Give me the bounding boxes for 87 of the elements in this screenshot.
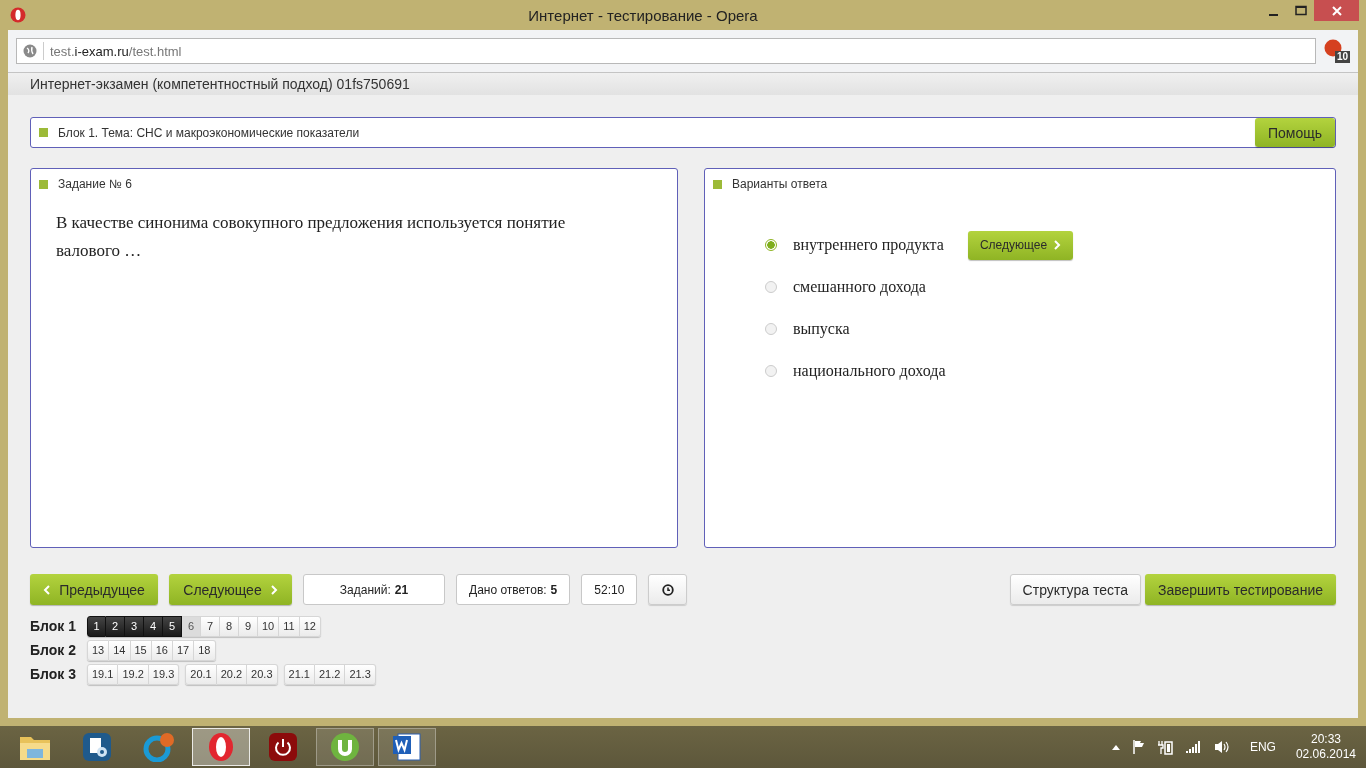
question-number-button[interactable]: 19.3 [148, 663, 180, 685]
ad-blocker-count: 10 [1334, 51, 1350, 63]
flag-icon[interactable] [1131, 740, 1146, 754]
finish-test-button[interactable]: Завершить тестирование [1145, 574, 1336, 605]
address-bar[interactable]: test.i-exam.ru/test.html [16, 38, 1316, 64]
radio-button[interactable] [765, 323, 777, 335]
question-number-button[interactable]: 20.3 [247, 663, 278, 685]
clock-icon [661, 583, 674, 596]
chevron-left-icon [43, 584, 52, 595]
square-icon [713, 179, 722, 189]
panel-title: Задание № 6 [58, 177, 132, 191]
square-icon [39, 128, 48, 137]
globe-icon [23, 44, 37, 58]
question-number-button[interactable]: 20.1 [185, 663, 217, 685]
question-number-button[interactable]: 21.2 [314, 663, 346, 685]
taskbar-app-button[interactable] [378, 728, 436, 766]
question-text: В качестве синонима совокупного предложения используется понятие валового … [56, 212, 567, 262]
browser-logo-icon [10, 7, 26, 23]
question-number-button[interactable]: 19.2 [118, 663, 149, 685]
answer-option[interactable]: выпуска [793, 320, 850, 338]
topic-title: Блок 1. Тема: СНС и макроэкономические показатели [58, 125, 361, 140]
taskbar-app-button[interactable] [316, 728, 374, 766]
clock-time[interactable]: 20:33 [1310, 732, 1341, 747]
browser-logo-icon [208, 732, 234, 762]
close-icon [1330, 4, 1343, 17]
ring-with-chat-bubble-icon [143, 732, 175, 762]
panel-title: Варианты ответа [732, 177, 828, 191]
test-structure-button[interactable]: Структура теста [1009, 574, 1141, 605]
power-icon [268, 732, 298, 762]
window-title: Интернет - тестирование - Opera [527, 6, 759, 24]
next-button[interactable]: Следующее [169, 574, 292, 605]
question-number-button[interactable]: 7 [201, 615, 220, 637]
question-number-button[interactable]: 21.3 [345, 663, 376, 685]
chevron-right-icon [1053, 240, 1062, 250]
taskbar-app-button[interactable] [192, 728, 250, 766]
question-number-button[interactable]: 13 [87, 639, 110, 661]
timer-display: 52:10 [581, 574, 638, 605]
radio-button[interactable] [765, 365, 777, 377]
square-icon [39, 179, 48, 189]
radio-button[interactable] [765, 239, 777, 251]
question-number-button[interactable]: 3 [125, 615, 144, 637]
document-gear-icon [82, 732, 112, 762]
next-button[interactable]: Следующее [967, 230, 1074, 260]
question-number-button[interactable]: 5 [163, 615, 182, 637]
block-label: Блок 1 [30, 618, 77, 634]
question-number-button[interactable]: 6 [182, 615, 201, 637]
block-label: Блок 3 [30, 666, 77, 682]
show-hidden-icons-icon[interactable] [1111, 744, 1120, 750]
question-number-button[interactable]: 4 [144, 615, 163, 637]
question-number-button[interactable]: 17 [173, 639, 195, 661]
minimize-icon [1269, 13, 1278, 16]
counter-field: Дано ответов: 5 [456, 574, 571, 605]
question-number-button[interactable]: 8 [220, 615, 239, 637]
block-label: Блок 2 [30, 642, 77, 658]
maximize-icon [1294, 4, 1307, 17]
question-number-button[interactable]: 10 [258, 615, 280, 637]
question-number-button[interactable]: 11 [279, 615, 300, 637]
answer-option[interactable]: национального дохода [793, 362, 946, 380]
answer-option[interactable]: смешанного дохода [793, 278, 926, 296]
question-number-button[interactable]: 16 [151, 639, 173, 661]
close-button[interactable] [1314, 0, 1359, 21]
question-number-button[interactable]: 9 [239, 615, 258, 637]
signal-bars-icon[interactable] [1185, 741, 1202, 753]
speaker-icon[interactable] [1213, 740, 1230, 754]
word-document-icon [392, 732, 422, 762]
previous-button[interactable]: Предыдущее [30, 574, 158, 605]
answer-option[interactable]: внутреннего продукта [793, 236, 944, 254]
question-number-button[interactable]: 15 [130, 639, 152, 661]
help-button[interactable]: Помощь [1254, 118, 1335, 147]
url-text: test.i-exam.ru/test.html [50, 43, 182, 59]
question-number-button[interactable]: 1 [87, 615, 106, 637]
question-number-button[interactable]: 12 [299, 615, 321, 637]
question-number-button[interactable]: 20.2 [216, 663, 248, 685]
torrent-logo-icon [330, 732, 360, 762]
question-number-button[interactable]: 2 [106, 615, 125, 637]
language-indicator[interactable]: ENG [1249, 740, 1276, 754]
chevron-right-icon [269, 584, 278, 595]
question-number-button[interactable]: 18 [194, 639, 216, 661]
question-number-button[interactable]: 19.1 [87, 663, 119, 685]
radio-button[interactable] [765, 281, 777, 293]
counter-field: Заданий: 21 [303, 574, 445, 605]
question-number-button[interactable]: 21.1 [283, 663, 315, 685]
timer-button[interactable] [648, 574, 688, 605]
clock-date[interactable]: 02.06.2014 [1295, 747, 1356, 762]
question-number-button[interactable]: 14 [109, 639, 131, 661]
battery-icon[interactable] [1157, 739, 1174, 755]
page-title: Интернет-экзамен (компетентностный подход) 01fs750691 [30, 76, 410, 92]
